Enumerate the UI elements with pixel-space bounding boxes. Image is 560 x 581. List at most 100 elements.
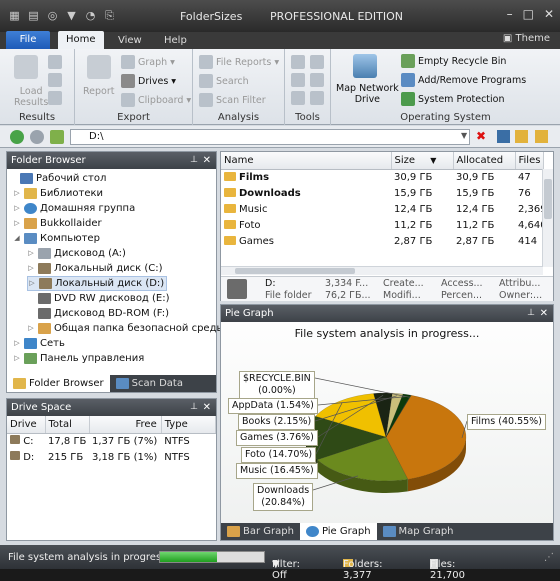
search-button[interactable]: Search xyxy=(199,74,249,88)
stop-icon[interactable]: ✖ xyxy=(476,129,486,143)
load-results-icon xyxy=(14,55,38,79)
browse-folder-icon[interactable] xyxy=(515,130,528,143)
graph-button[interactable]: Graph ▾ xyxy=(121,55,175,69)
report-button[interactable]: Report xyxy=(83,86,115,97)
tree-item-drive-e[interactable]: DVD RW дисковод (E:) xyxy=(27,291,170,306)
chart-icon[interactable] xyxy=(310,55,324,69)
column-header[interactable]: Type xyxy=(161,416,217,434)
map-network-drive-button[interactable]: Map Network Drive xyxy=(336,83,399,105)
details-folders: 3,334 F... xyxy=(325,278,369,289)
expand-icon[interactable]: ▷ xyxy=(13,336,21,351)
export-icon[interactable]: ⎘ xyxy=(103,9,116,22)
console-icon[interactable] xyxy=(497,130,510,143)
tree-item-drive-f[interactable]: Дисковод BD-ROM (F:) xyxy=(27,306,169,321)
grid-icon[interactable]: ▤ xyxy=(27,9,40,22)
column-header-files[interactable]: Files xyxy=(515,152,544,170)
back-icon[interactable] xyxy=(10,130,24,144)
resize-grip-icon[interactable]: ⋰ xyxy=(544,552,554,563)
tree-item-control-panel[interactable]: ▷ Панель управления xyxy=(13,351,144,366)
tab-view[interactable]: View xyxy=(110,33,150,49)
tab-folder-browser[interactable]: Folder Browser xyxy=(7,375,110,392)
minimize-button[interactable]: – xyxy=(507,7,513,21)
table-row[interactable]: Films 30,9 ГБ 30,9 ГБ 47 xyxy=(221,169,543,185)
close-icon[interactable]: ✕ xyxy=(203,152,211,169)
expand-icon[interactable]: ▷ xyxy=(27,246,35,261)
scrollbar-thumb[interactable] xyxy=(544,179,552,219)
expand-icon[interactable]: ▷ xyxy=(27,321,35,336)
column-header[interactable]: Free xyxy=(89,416,162,434)
tab-bar-graph[interactable]: Bar Graph xyxy=(221,523,300,540)
up-folder-icon[interactable] xyxy=(50,130,64,144)
expand-icon[interactable]: ▷ xyxy=(13,216,21,231)
column-header[interactable]: Drive xyxy=(7,416,46,434)
tree-item-drive-d[interactable]: ▷ Локальный диск (D:) xyxy=(27,276,168,291)
column-header-name[interactable]: Name xyxy=(221,152,392,170)
chevron-down-icon[interactable]: ▼ xyxy=(461,131,467,140)
print-icon[interactable] xyxy=(48,91,62,105)
folder-icon[interactable] xyxy=(48,73,62,87)
expand-icon[interactable]: ▷ xyxy=(13,186,21,201)
close-button[interactable]: ✕ xyxy=(544,7,554,21)
binoculars-icon[interactable]: ◎ xyxy=(46,9,59,22)
file-reports-button[interactable]: File Reports ▾ xyxy=(199,55,279,69)
column-header-allocated[interactable]: Allocated xyxy=(453,152,516,170)
pin-icon[interactable]: ⊥ xyxy=(190,399,198,416)
expand-icon[interactable]: ▷ xyxy=(13,201,21,216)
pie-icon[interactable]: ◔ xyxy=(84,9,97,22)
history-icon[interactable] xyxy=(291,73,305,87)
expand-icon[interactable]: ▷ xyxy=(27,261,35,276)
table-row[interactable]: Music 12,4 ГБ 12,4 ГБ 2,369 xyxy=(221,201,547,217)
tree-item-computer[interactable]: ◢ Компьютер xyxy=(13,231,100,246)
expand-icon[interactable]: ▷ xyxy=(28,276,36,291)
tab-pie-graph[interactable]: Pie Graph xyxy=(299,523,377,540)
close-icon[interactable]: ✕ xyxy=(540,305,548,322)
tree-item-user[interactable]: ▷ Bukkollaider xyxy=(13,216,102,231)
scan-filter-button[interactable]: Scan Filter xyxy=(199,93,266,107)
tree-item-desktop[interactable]: Рабочий стол xyxy=(9,171,106,186)
tree-item-drive-c[interactable]: ▷ Локальный диск (C:) xyxy=(27,261,163,276)
load-results-button[interactable]: Load Results xyxy=(14,86,48,108)
tab-help[interactable]: Help xyxy=(156,33,195,49)
open-folder-icon[interactable] xyxy=(535,130,548,143)
scrollbar-thumb[interactable] xyxy=(235,268,355,274)
tree-item-homegroup[interactable]: ▷ Домашняя группа xyxy=(13,201,135,216)
clipboard-button[interactable]: Clipboard ▾ xyxy=(121,93,191,107)
clock-icon[interactable] xyxy=(291,55,305,69)
pin-icon[interactable]: ⊥ xyxy=(527,305,535,322)
table-row[interactable]: Downloads 15,9 ГБ 15,9 ГБ 76 xyxy=(221,185,543,201)
maximize-button[interactable]: □ xyxy=(523,7,534,21)
settings-icon[interactable] xyxy=(291,91,305,105)
close-icon[interactable]: ✕ xyxy=(203,399,211,416)
add-remove-programs-button[interactable]: Add/Remove Programs xyxy=(401,73,526,87)
tab-home[interactable]: Home xyxy=(58,31,104,49)
expand-icon[interactable]: ▷ xyxy=(13,351,21,366)
column-header[interactable]: Total xyxy=(45,416,90,434)
table-row[interactable]: D: 215 ГБ 3,18 ГБ (1%) NTFS xyxy=(7,449,216,465)
table-row[interactable]: C: 17,8 ГБ 1,37 ГБ (7%) NTFS xyxy=(7,433,216,449)
path-input[interactable]: D:\ xyxy=(70,129,470,145)
tab-scan-data[interactable]: Scan Data xyxy=(110,375,189,392)
drives-button[interactable]: Drives ▾ xyxy=(121,74,176,88)
tree-item-network[interactable]: ▷ Сеть xyxy=(13,336,65,351)
empty-recycle-bin-button[interactable]: Empty Recycle Bin xyxy=(401,54,506,68)
column-header-size[interactable]: Size ▼ xyxy=(391,152,454,170)
table-row[interactable]: Games 2,87 ГБ 2,87 ГБ 414 xyxy=(221,233,543,249)
pin-icon[interactable]: ⊥ xyxy=(190,152,198,169)
vertical-scrollbar[interactable] xyxy=(542,169,553,267)
collapse-icon[interactable]: ◢ xyxy=(13,231,21,246)
system-protection-button[interactable]: System Protection xyxy=(401,92,505,106)
tree-item-shared[interactable]: ▷ Общая папка безопасной среды xyxy=(27,321,224,336)
tree-item-libraries[interactable]: ▷ Библиотеки xyxy=(13,186,103,201)
save-icon[interactable] xyxy=(48,55,62,69)
tab-map-graph[interactable]: Map Graph xyxy=(377,523,460,540)
forward-icon[interactable] xyxy=(30,130,44,144)
horizontal-scrollbar[interactable] xyxy=(221,266,543,275)
clean-icon[interactable] xyxy=(310,91,324,105)
clipboard-icon xyxy=(121,93,135,107)
tree-item-drive-a[interactable]: ▷ Дисковод (A:) xyxy=(27,246,126,261)
file-menu-button[interactable]: File xyxy=(6,31,50,49)
theme-button[interactable]: ▣ Theme xyxy=(503,33,550,44)
filter-icon[interactable]: ▼ xyxy=(65,9,78,22)
files-icon[interactable] xyxy=(310,73,324,87)
table-row[interactable]: Foto 11,2 ГБ 11,2 ГБ 4,640 xyxy=(221,217,547,233)
